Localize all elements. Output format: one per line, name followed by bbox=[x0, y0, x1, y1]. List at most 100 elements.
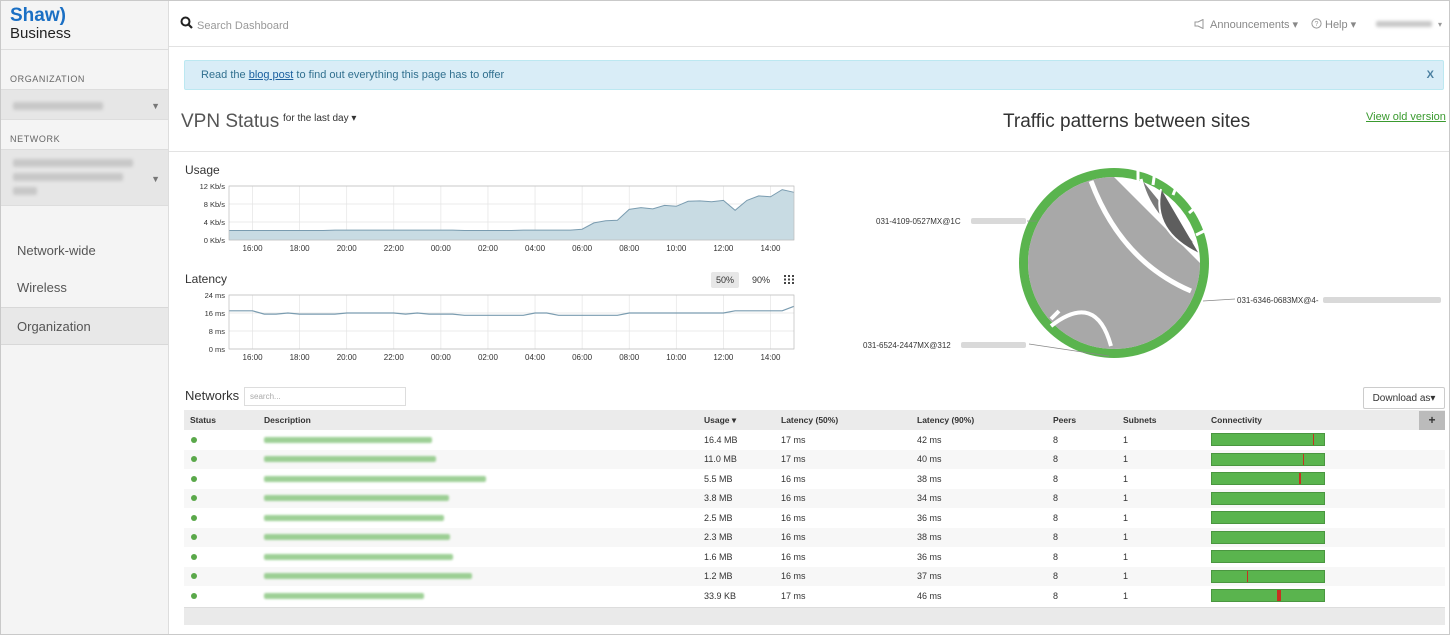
usage-cell: 16.4 MB bbox=[704, 434, 738, 445]
latency-50-cell: 17 ms bbox=[781, 590, 806, 601]
table-row[interactable]: 1.6 MB 16 ms 36 ms 8 1 bbox=[184, 547, 1445, 567]
percentile-50-button[interactable]: 50% bbox=[711, 272, 740, 288]
x-tick-label: 20:00 bbox=[337, 244, 358, 253]
network-description-redacted[interactable] bbox=[264, 436, 432, 443]
x-tick-label: 04:00 bbox=[525, 244, 546, 253]
network-description-redacted[interactable] bbox=[264, 553, 453, 560]
latency-90-cell: 34 ms bbox=[917, 488, 1053, 508]
table-row[interactable]: 5.5 MB 16 ms 38 ms 8 1 bbox=[184, 469, 1445, 489]
user-menu-redacted[interactable] bbox=[1376, 21, 1432, 27]
table-row[interactable]: 3.8 MB 16 ms 34 ms 8 1 bbox=[184, 488, 1445, 508]
peers-cell: 8 bbox=[1053, 449, 1123, 469]
usage-cell: 2.3 MB bbox=[704, 527, 781, 547]
info-banner: Read the blog post to find out everythin… bbox=[184, 60, 1444, 90]
subnets-cell: 1 bbox=[1123, 434, 1129, 445]
status-online-icon bbox=[191, 553, 197, 560]
x-tick-label: 16:00 bbox=[243, 353, 264, 361]
col-status[interactable]: Status bbox=[184, 410, 264, 430]
organization-select[interactable]: ▼ bbox=[1, 89, 168, 120]
x-tick-label: 10:00 bbox=[666, 244, 687, 253]
chevron-down-icon: ▼ bbox=[151, 174, 160, 184]
nav-organization[interactable]: Organization bbox=[1, 307, 168, 345]
table-footer bbox=[184, 607, 1445, 625]
network-description-redacted[interactable] bbox=[264, 534, 450, 541]
network-description-redacted[interactable] bbox=[264, 475, 486, 482]
network-description-redacted[interactable] bbox=[264, 592, 424, 599]
latency-90-cell: 38 ms bbox=[917, 527, 1053, 547]
y-tick-label: 12 Kb/s bbox=[200, 182, 226, 191]
connectivity-drop-marker bbox=[1246, 570, 1249, 582]
search-icon[interactable] bbox=[180, 16, 194, 30]
subnets-cell: 1 bbox=[1123, 449, 1211, 469]
organization-label: ORGANIZATION bbox=[10, 74, 86, 84]
table-row[interactable]: 16.4 MB 17 ms 42 ms 8 1 bbox=[184, 430, 1445, 450]
network-value-redacted bbox=[13, 173, 123, 181]
x-tick-label: 16:00 bbox=[243, 244, 264, 253]
connectivity-bar bbox=[1211, 589, 1325, 603]
latency-chart-label: Latency bbox=[185, 272, 228, 286]
add-column-button[interactable]: + bbox=[1419, 410, 1445, 430]
network-label: NETWORK bbox=[10, 134, 61, 144]
col-peers[interactable]: Peers bbox=[1053, 410, 1123, 430]
table-row[interactable]: 11.0 MB 17 ms 40 ms 8 1 bbox=[184, 449, 1445, 469]
megaphone-icon bbox=[1194, 19, 1204, 29]
networks-search-input[interactable] bbox=[244, 387, 406, 406]
table-row[interactable]: 33.9 KB 17 ms 46 ms 8 1 bbox=[184, 586, 1445, 606]
col-latency-90[interactable]: Latency (90%) bbox=[917, 410, 1053, 430]
sidebar: Shaw) Business ORGANIZATION ▼ NETWORK ▼ … bbox=[1, 1, 170, 634]
top-bar: Search Dashboard Announcements ▾ ? Help … bbox=[169, 1, 1449, 47]
connectivity-bar bbox=[1211, 433, 1325, 447]
usage-cell: 33.9 KB bbox=[704, 590, 737, 601]
status-online-icon bbox=[191, 573, 197, 580]
view-old-version-link[interactable]: View old version bbox=[1366, 111, 1446, 123]
search-input[interactable]: Search Dashboard bbox=[197, 20, 289, 32]
timeframe-dropdown[interactable]: for the last day ▾ bbox=[283, 113, 356, 124]
connectivity-drop-marker bbox=[1302, 453, 1305, 465]
network-select[interactable]: ▼ bbox=[1, 149, 168, 206]
ring-gap bbox=[1188, 199, 1204, 215]
latency-series-line bbox=[229, 305, 795, 316]
x-tick-label: 20:00 bbox=[337, 353, 358, 361]
col-latency-50[interactable]: Latency (50%) bbox=[781, 410, 917, 430]
table-row[interactable]: 2.5 MB 16 ms 36 ms 8 1 bbox=[184, 508, 1445, 528]
y-tick-label: 8 ms bbox=[209, 327, 226, 336]
table-row[interactable]: 1.2 MB 16 ms 37 ms 8 1 bbox=[184, 566, 1445, 586]
announcements-menu[interactable]: Announcements ▾ bbox=[1210, 18, 1298, 31]
latency-90-cell: 36 ms bbox=[917, 512, 942, 523]
nav-network-wide[interactable]: Network-wide bbox=[1, 232, 168, 270]
network-description-redacted[interactable] bbox=[264, 495, 449, 502]
y-tick-label: 16 ms bbox=[205, 309, 226, 318]
connectivity-bar bbox=[1211, 452, 1325, 466]
close-icon[interactable]: X bbox=[1427, 69, 1434, 81]
col-description[interactable]: Description bbox=[264, 410, 704, 430]
help-menu[interactable]: Help ▾ bbox=[1325, 18, 1356, 31]
nav-wireless[interactable]: Wireless bbox=[1, 269, 168, 307]
blog-post-link[interactable]: blog post bbox=[249, 69, 294, 81]
table-row[interactable]: 2.3 MB 16 ms 38 ms 8 1 bbox=[184, 527, 1445, 547]
subnets-cell: 1 bbox=[1123, 473, 1129, 484]
usage-cell: 11.0 MB bbox=[704, 449, 781, 469]
status-online-icon bbox=[191, 456, 197, 463]
latency-50-cell: 16 ms bbox=[781, 488, 917, 508]
banner-text-prefix: Read the bbox=[201, 69, 249, 81]
percentile-90-button[interactable]: 90% bbox=[747, 272, 775, 288]
status-online-icon bbox=[191, 436, 197, 443]
network-description-redacted[interactable] bbox=[264, 456, 436, 463]
download-button[interactable]: Download as▾ bbox=[1363, 387, 1445, 409]
latency-chart: 24 ms 16 ms 8 ms 0 ms 16:00 18:00 20:00 22:00 0… bbox=[205, 291, 795, 361]
x-tick-label: 10:00 bbox=[666, 353, 687, 361]
latency-90-cell: 46 ms bbox=[917, 590, 942, 601]
col-subnets[interactable]: Subnets bbox=[1123, 410, 1211, 430]
grid-view-icon[interactable] bbox=[784, 275, 794, 284]
network-value-redacted bbox=[13, 187, 37, 195]
col-usage[interactable]: Usage ▾ bbox=[704, 410, 781, 430]
brand-logo[interactable]: Shaw) Business bbox=[10, 6, 170, 48]
organization-value-redacted bbox=[13, 102, 103, 110]
y-tick-label: 0 Kb/s bbox=[204, 236, 226, 245]
network-description-redacted[interactable] bbox=[264, 573, 472, 580]
col-connectivity[interactable]: Connectivity bbox=[1211, 410, 1411, 430]
connectivity-bar bbox=[1211, 569, 1325, 583]
x-tick-label: 22:00 bbox=[384, 244, 405, 253]
network-description-redacted[interactable] bbox=[264, 514, 444, 521]
x-tick-label: 14:00 bbox=[760, 244, 781, 253]
